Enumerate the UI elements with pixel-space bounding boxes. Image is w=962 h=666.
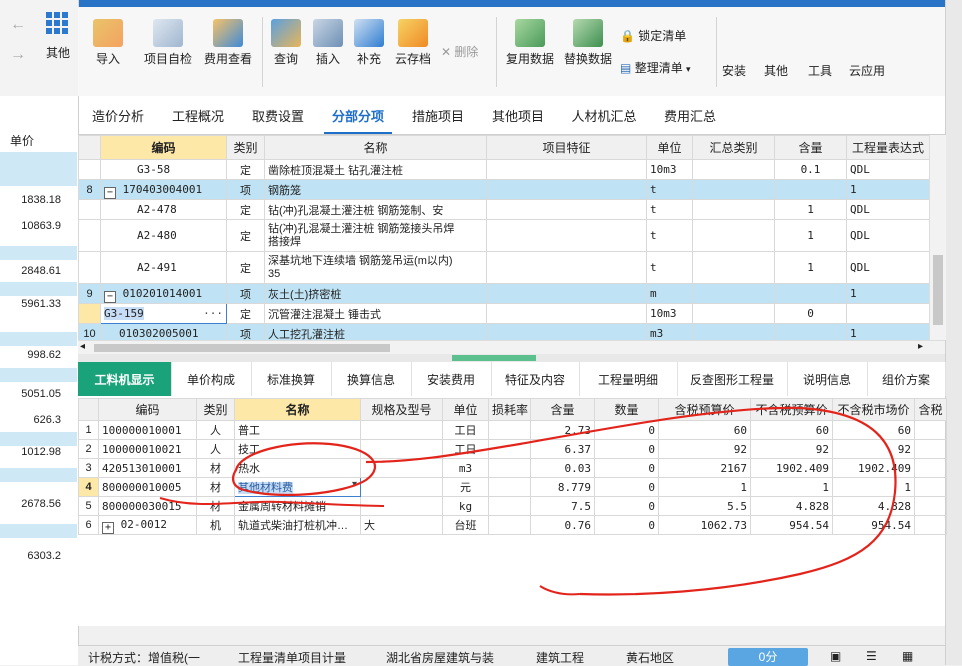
status-area: 黄石地区 (626, 651, 675, 665)
view-mode-icon[interactable]: ▣ (830, 649, 841, 663)
status-quantity-rule: 工程量清单项目计量 (238, 651, 347, 665)
red-annotation-scribble (159, 406, 897, 596)
status-region-standard: 湖北省房屋建筑与装 (386, 651, 495, 665)
status-tax-method: 计税方式：增值税(一 (88, 651, 200, 665)
status-discipline: 建筑工程 (536, 651, 585, 665)
list-view-icon[interactable]: ☰ (866, 649, 877, 663)
grid-view-icon[interactable]: ▦ (902, 649, 913, 663)
status-bar: 计税方式：增值税(一 工程量清单项目计量 湖北省房屋建筑与装 建筑工程 黄石地区… (78, 645, 945, 666)
score-button[interactable]: 0分 (728, 648, 808, 666)
